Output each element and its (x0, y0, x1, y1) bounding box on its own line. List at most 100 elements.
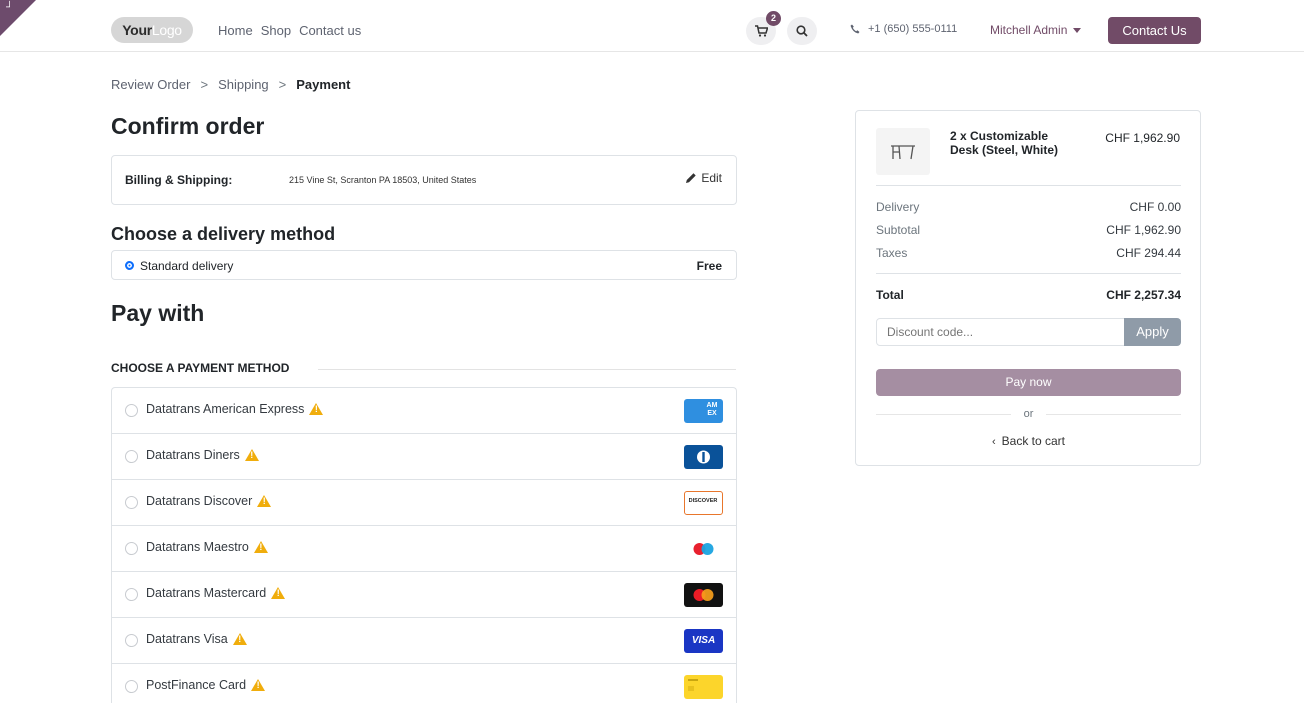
product-name: 2 x Customizable Desk (Steel, White) (950, 129, 1059, 157)
nav-shop[interactable]: Shop (261, 23, 291, 38)
maestro-icon (684, 537, 723, 561)
nav-contact-us[interactable]: Contact us (299, 23, 361, 38)
payment-method-label: Datatrans Mastercard (146, 586, 286, 600)
phone-icon (850, 24, 860, 34)
chevron-left-icon: ‹ (991, 436, 996, 448)
search-button[interactable] (787, 17, 817, 45)
warning-icon (271, 587, 286, 599)
breadcrumb-shipping[interactable]: Shipping (218, 77, 269, 92)
mastercard-icon (684, 583, 723, 607)
delivery-radio[interactable] (125, 261, 134, 270)
breadcrumb-payment: Payment (296, 77, 351, 92)
payment-method-label: Datatrans Maestro (146, 540, 268, 554)
breadcrumb-separator: > (278, 77, 287, 92)
warning-icon (257, 495, 272, 507)
payment-method-name: PostFinance Card (146, 678, 247, 692)
cart-icon (754, 25, 768, 37)
payment-radio[interactable] (125, 496, 138, 509)
payment-method-row[interactable]: Datatrans American Express AM EX (112, 388, 736, 434)
payment-method-name: Datatrans Mastercard (146, 586, 267, 600)
payment-method-row[interactable]: Datatrans Mastercard (112, 572, 736, 618)
divider (1046, 414, 1181, 415)
delivery-title: Choose a delivery method (111, 224, 336, 244)
discount-code-input[interactable] (876, 318, 1125, 346)
pay-now-button[interactable]: Pay now (876, 369, 1181, 396)
payment-method-heading: CHOOSE A PAYMENT METHOD (111, 361, 290, 375)
payment-method-label: Datatrans Discover (146, 494, 272, 508)
breadcrumb-review-order[interactable]: Review Order (111, 77, 190, 92)
billing-label: Billing & Shipping: (125, 173, 233, 187)
warning-icon (232, 633, 247, 645)
payment-radio[interactable] (125, 404, 138, 417)
billing-address: 215 Vine St, Scranton PA 18503, United S… (289, 175, 477, 185)
subtotal-row: Subtotal CHF 1,962.90 (876, 223, 1181, 237)
total-value: CHF 2,257.34 (1106, 288, 1181, 302)
billing-shipping-card: Billing & Shipping: 215 Vine St, Scranto… (111, 155, 737, 205)
payment-method-row[interactable]: Datatrans Diners (112, 434, 736, 480)
payment-method-name: Datatrans Visa (146, 632, 228, 646)
payment-method-label: Datatrans Diners (146, 448, 259, 462)
delivery-value: CHF 0.00 (1129, 200, 1181, 214)
visa-icon: VISA (684, 629, 723, 653)
delivery-label: Delivery (876, 200, 920, 214)
logo-text: Logo (151, 22, 182, 38)
payment-radio[interactable] (125, 450, 138, 463)
payment-method-row[interactable]: Datatrans Maestro (112, 526, 736, 572)
divider (876, 273, 1181, 274)
warning-icon (253, 541, 268, 553)
site-logo[interactable]: YourLogo (111, 17, 193, 43)
delivery-option[interactable]: Standard delivery Free (111, 250, 737, 280)
search-icon (796, 25, 808, 37)
phone-link[interactable]: +1 (650) 555-0111 (850, 23, 957, 35)
amex-text: AM EX (706, 402, 718, 417)
divider (876, 185, 1181, 186)
back-to-cart-label: Back to cart (1001, 434, 1066, 448)
user-name: Mitchell Admin (990, 23, 1068, 37)
total-label: Total (876, 288, 904, 302)
total-row: Total CHF 2,257.34 (876, 288, 1181, 302)
warning-icon (244, 449, 259, 461)
apply-discount-button[interactable]: Apply (1124, 318, 1181, 346)
breadcrumb-separator: > (200, 77, 209, 92)
caret-down-icon (1073, 27, 1082, 33)
delivery-row: Delivery CHF 0.00 (876, 200, 1181, 214)
payment-method-list: Datatrans American Express AM EX Datatra… (111, 387, 737, 703)
payment-radio[interactable] (125, 634, 138, 647)
discover-icon: DISCOVER (684, 491, 723, 515)
contact-us-button[interactable]: Contact Us (1108, 17, 1201, 44)
maestro-logo (693, 543, 714, 555)
desk-icon (891, 144, 915, 159)
payment-radio[interactable] (125, 588, 138, 601)
user-menu[interactable]: Mitchell Admin (990, 23, 1082, 37)
logo-text-bold: Your (122, 22, 152, 38)
nav-home[interactable]: Home (218, 23, 253, 38)
delivery-method-name: Standard delivery (140, 259, 234, 273)
postfinance-logo (688, 679, 698, 691)
payment-method-label: PostFinance Card (146, 678, 266, 692)
main-nav: Home Shop Contact us (218, 23, 361, 38)
checkout-breadcrumb: Review Order > Shipping > Payment (111, 77, 350, 92)
taxes-row: Taxes CHF 294.44 (876, 246, 1181, 260)
payment-method-row[interactable]: Datatrans Discover DISCOVER (112, 480, 736, 526)
payment-radio[interactable] (125, 680, 138, 693)
discover-text: DISCOVER (688, 498, 718, 504)
or-separator: or (876, 408, 1181, 420)
amex-icon: AM EX (684, 399, 723, 423)
payment-radio[interactable] (125, 542, 138, 555)
site-header: YourLogo Home Shop Contact us 2 +1 (650)… (0, 0, 1304, 52)
order-summary: 2 x Customizable Desk (Steel, White) CHF… (855, 110, 1201, 466)
visa-text: VISA (691, 635, 716, 646)
edit-address-link[interactable]: Edit (685, 171, 722, 185)
payment-method-name: Datatrans Maestro (146, 540, 249, 554)
postfinance-icon (684, 675, 723, 699)
payment-method-row[interactable]: PostFinance Card (112, 664, 736, 703)
warning-icon (309, 403, 324, 415)
product-price: CHF 1,962.90 (1105, 131, 1180, 145)
phone-number: +1 (650) 555-0111 (868, 23, 958, 35)
payment-method-name: Datatrans Diners (146, 448, 240, 462)
back-to-cart-link[interactable]: ‹ Back to cart (876, 434, 1181, 448)
payment-method-row[interactable]: Datatrans Visa VISA (112, 618, 736, 664)
warning-icon (251, 679, 266, 691)
taxes-label: Taxes (876, 246, 908, 260)
diners-logo (697, 450, 710, 464)
